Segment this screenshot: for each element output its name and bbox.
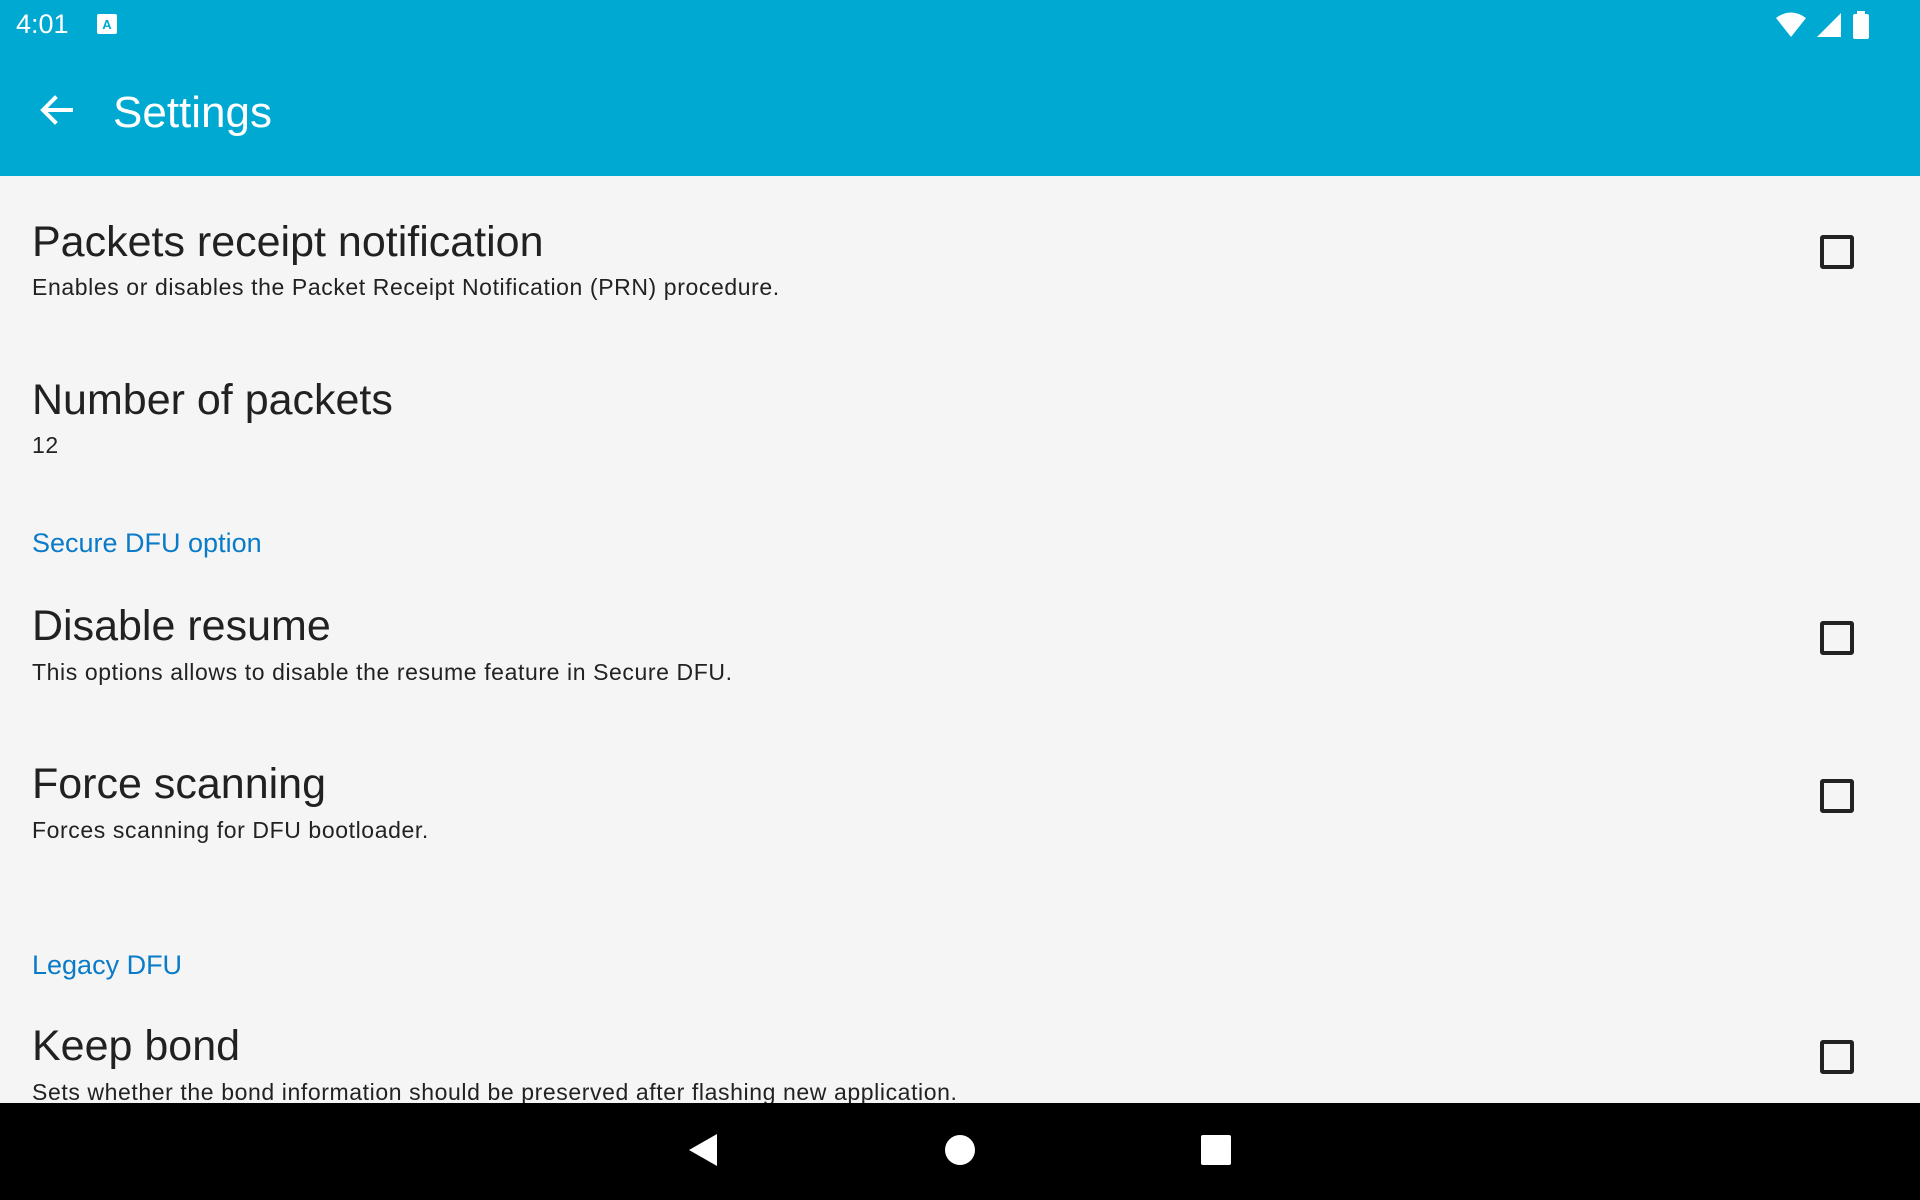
pref-summary: Enables or disables the Packet Receipt N…	[32, 274, 780, 300]
pref-title: Packets receipt notification	[32, 218, 544, 266]
pref-summary: This options allows to disable the resum…	[32, 659, 733, 685]
pref-force-scanning[interactable]: Force scanning Forces scanning for DFU b…	[0, 734, 1920, 892]
nav-home-icon	[944, 1134, 976, 1171]
pref-keep-bond[interactable]: Keep bond Sets whether the bond informat…	[0, 996, 1920, 1103]
pref-summary: Forces scanning for DFU bootloader.	[32, 817, 429, 843]
pref-title: Disable resume	[32, 602, 331, 650]
wifi-icon	[1776, 12, 1806, 43]
preferences-list[interactable]: Packets receipt notification Enables or …	[0, 176, 1920, 1103]
app-bar: Settings	[0, 50, 1920, 176]
prn-checkbox[interactable]	[1820, 235, 1854, 269]
disable-resume-checkbox[interactable]	[1820, 621, 1854, 655]
nav-home-button[interactable]	[935, 1127, 985, 1177]
pref-title: Force scanning	[32, 760, 326, 808]
nav-back-button[interactable]	[678, 1127, 728, 1177]
category-legacy-dfu: Legacy DFU	[32, 950, 183, 980]
status-bar: 4:01 A	[0, 0, 1920, 50]
pref-title: Number of packets	[32, 376, 393, 424]
a11y-app-icon: A	[96, 13, 118, 35]
status-time: 4:01	[16, 9, 69, 39]
pref-title: Keep bond	[32, 1022, 241, 1070]
cell-signal-icon	[1816, 12, 1842, 43]
pref-value: 12	[32, 432, 59, 458]
nav-recents-button[interactable]	[1191, 1127, 1241, 1177]
pref-number-of-packets[interactable]: Number of packets 12	[0, 334, 1920, 492]
nav-back-icon	[687, 1132, 719, 1173]
nav-recents-icon	[1200, 1134, 1232, 1171]
force-scanning-checkbox[interactable]	[1820, 779, 1854, 813]
pref-summary: Sets whether the bond information should…	[32, 1079, 958, 1103]
page-title: Settings	[113, 88, 272, 137]
pref-packets-receipt-notification[interactable]: Packets receipt notification Enables or …	[0, 176, 1920, 334]
battery-icon	[1852, 11, 1870, 44]
category-secure-dfu-option: Secure DFU option	[32, 528, 262, 558]
navigation-bar	[0, 1103, 1920, 1200]
arrow-back-icon	[38, 92, 74, 133]
svg-text:A: A	[102, 17, 112, 32]
back-button[interactable]	[30, 86, 82, 138]
keep-bond-checkbox[interactable]	[1820, 1040, 1854, 1074]
pref-disable-resume[interactable]: Disable resume This options allows to di…	[0, 576, 1920, 734]
